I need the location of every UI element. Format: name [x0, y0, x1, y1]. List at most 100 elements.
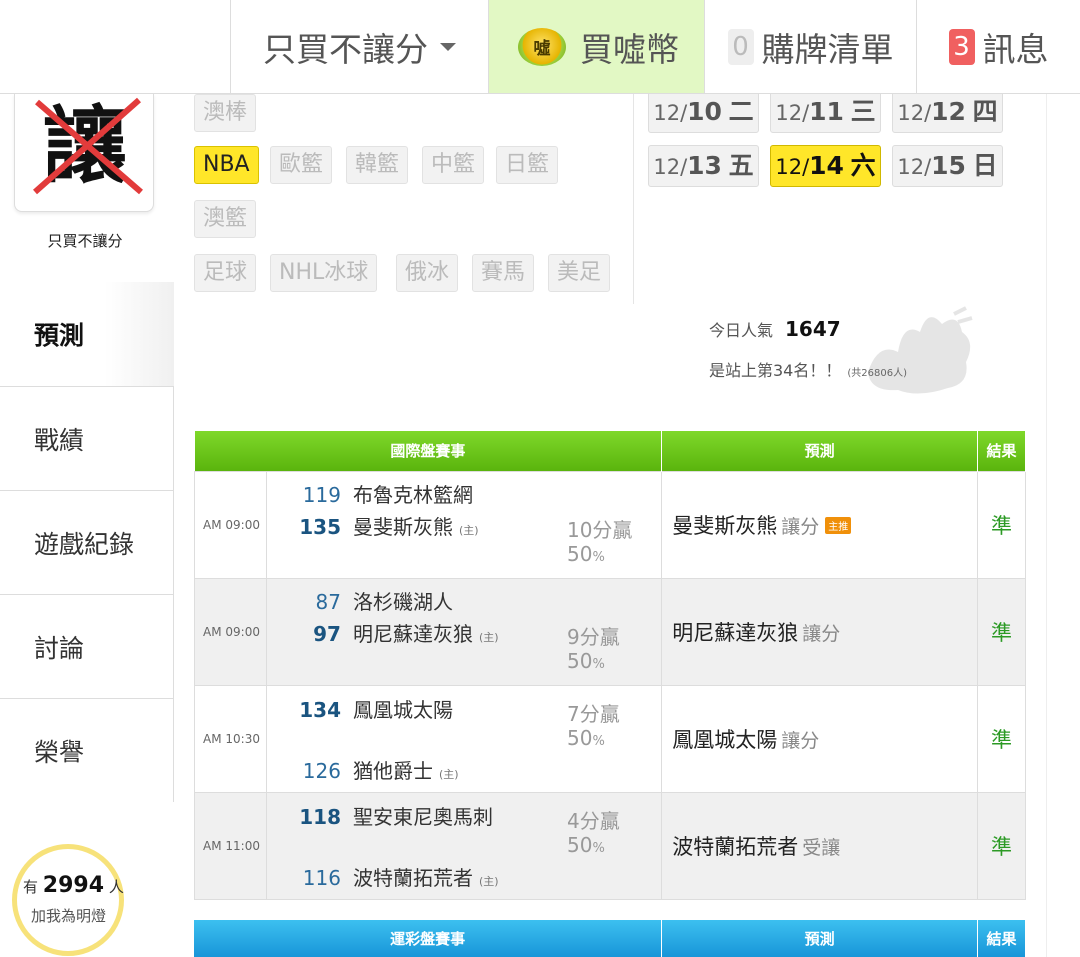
- margin-text: 9分贏: [566, 624, 620, 649]
- prediction-team: 曼斐斯灰熊: [672, 513, 778, 538]
- date-month: 12/: [653, 101, 688, 125]
- home-mark: (主): [478, 874, 499, 888]
- messages-label: 訊息: [982, 29, 1049, 69]
- table-row[interactable]: AM 09:00 119 布魯克林籃網 135 曼斐斯灰熊 (主) 10分贏 50% …: [194, 470, 1026, 579]
- date-day: 15: [931, 151, 966, 180]
- date-chip-1213[interactable]: 12/13 五: [648, 145, 759, 187]
- table-row[interactable]: AM 11:00 118 聖安東尼奧馬刺 116 波特蘭拓荒者 (主) 4分贏 50%…: [194, 791, 1026, 900]
- lottery-games-table: 運彩盤賽事 預測 結果: [194, 920, 1026, 957]
- sidebar-item-record[interactable]: 戰績: [0, 386, 174, 490]
- sidebar-item-game-log[interactable]: 遊戲紀錄: [0, 490, 174, 594]
- buy-coins-button[interactable]: 噓 買噓幣: [488, 0, 704, 93]
- buy-coins-label: 買噓幣: [580, 29, 679, 69]
- date-month: 12/: [653, 155, 688, 179]
- date-chip-1215[interactable]: 12/15 日: [892, 145, 1003, 187]
- sport-chip-nhl[interactable]: NHL冰球: [270, 254, 378, 292]
- top-bar: 只買不讓分 噓 買噓幣 0 購牌清單 3 訊息: [0, 0, 1080, 94]
- date-day: 11: [809, 97, 844, 126]
- win-margin: 4分贏 50%: [567, 809, 620, 861]
- matchup: 87 洛杉磯湖人 97 明尼蘇達灰狼 (主) 9分贏 50%: [265, 577, 663, 686]
- sport-chip-korea-basketball[interactable]: 韓籃: [346, 146, 409, 184]
- profile-sidebar: 讓 只買不讓分 預測 戰績 遊戲紀錄 討論 榮譽 有 2994 人 加我為明燈: [0, 94, 174, 957]
- table-row[interactable]: AM 10:30 134 鳳凰城太陽 126 猶他爵士 (主) 7分贏 50% 鳳凰城…: [194, 684, 1026, 793]
- content-divider: [1046, 94, 1047, 957]
- coin-icon: 噓: [514, 24, 570, 70]
- date-chip-1211[interactable]: 12/11 三: [770, 91, 881, 133]
- date-weekday: 日: [972, 151, 998, 180]
- sport-filter: 澳棒 NBA 歐籃 韓籃 中籃 日籃 澳籃 足球 NHL冰球 俄冰 賽馬 美足: [194, 94, 634, 304]
- prediction: 波特蘭拓荒者 受讓: [661, 791, 979, 900]
- margin-text: 10分贏: [566, 517, 633, 542]
- away-score: 119: [302, 482, 341, 507]
- cart-button[interactable]: 0 購牌清單: [704, 0, 916, 93]
- messages-button[interactable]: 3 訊息: [916, 0, 1080, 93]
- game-time: AM 09:00: [194, 577, 267, 686]
- date-month: 12/: [775, 155, 810, 179]
- header-prediction: 預測: [661, 920, 978, 957]
- game-time: AM 10:30: [194, 684, 267, 793]
- away-team: 87 洛杉磯湖人: [267, 587, 453, 617]
- bet-filter-dropdown[interactable]: 只買不讓分: [230, 0, 488, 93]
- sport-chip-euro-basketball[interactable]: 歐籃: [270, 146, 333, 184]
- margin-pct: 50: [566, 541, 593, 566]
- home-team: 116 波特蘭拓荒者 (主): [267, 863, 499, 893]
- sport-chip-nba[interactable]: NBA: [194, 146, 259, 184]
- home-name: 猶他爵士: [352, 758, 433, 783]
- margin-pct-unit: %: [592, 733, 605, 749]
- away-score: 87: [315, 589, 341, 614]
- profile-avatar[interactable]: 讓: [14, 94, 154, 212]
- date-chip-1210[interactable]: 12/10 二: [648, 91, 759, 133]
- header-result: 結果: [977, 431, 1026, 471]
- home-team: 135 曼斐斯灰熊 (主): [267, 512, 478, 542]
- date-day: 14: [809, 151, 844, 180]
- international-games-table: 國際盤賽事 預測 結果 AM 09:00 119 布魯克林籃網 135 曼斐斯灰熊 (…: [194, 431, 1026, 900]
- sport-chip-aus-baseball[interactable]: 澳棒: [194, 94, 257, 132]
- win-margin: 7分贏 50%: [567, 702, 620, 754]
- popularity-line: 今日人氣 1647: [709, 317, 1009, 341]
- date-chip-1214[interactable]: 12/14 六: [770, 145, 881, 187]
- away-name: 鳳凰城太陽: [352, 697, 453, 722]
- sidebar-item-honors[interactable]: 榮譽: [0, 698, 174, 802]
- sport-chip-japan-basketball[interactable]: 日籃: [496, 146, 559, 184]
- sport-chip-russia-hockey[interactable]: 俄冰: [396, 254, 459, 292]
- fans-count: 2994: [42, 873, 105, 898]
- win-margin: 9分贏 50%: [567, 625, 620, 677]
- sport-chip-soccer[interactable]: 足球: [194, 254, 257, 292]
- profile-name: 只買不讓分: [47, 232, 123, 250]
- matchup: 134 鳳凰城太陽 126 猶他爵士 (主) 7分贏 50%: [265, 684, 663, 793]
- table-header: 運彩盤賽事 預測 結果: [194, 920, 1026, 957]
- bet-filter-label: 只買不讓分: [263, 29, 428, 69]
- home-score: 135: [299, 514, 341, 539]
- sport-chip-horse-racing[interactable]: 賽馬: [472, 254, 535, 292]
- fans-count-line: 有 2994 人: [23, 873, 133, 898]
- home-name: 明尼蘇達灰狼: [352, 621, 473, 646]
- home-mark: (主): [478, 630, 499, 644]
- sidebar-nav: 預測 戰績 遊戲紀錄 討論 榮譽: [0, 282, 174, 802]
- sidebar-item-discussion[interactable]: 討論: [0, 594, 174, 698]
- prediction: 明尼蘇達灰狼 讓分: [661, 577, 979, 686]
- prediction-team: 波特蘭拓荒者: [672, 834, 799, 859]
- date-day: 13: [687, 151, 722, 180]
- home-score: 97: [313, 621, 341, 646]
- sport-chip-aus-basketball[interactable]: 澳籃: [194, 200, 257, 238]
- away-team: 134 鳳凰城太陽: [267, 695, 453, 725]
- margin-pct-unit: %: [592, 840, 605, 856]
- prediction: 鳳凰城太陽 讓分: [661, 684, 979, 793]
- popularity-value: 1647: [785, 317, 841, 341]
- header-prediction: 預測: [661, 431, 979, 471]
- fans-suffix: 人: [108, 878, 124, 896]
- home-team: 97 明尼蘇達灰狼 (主): [267, 619, 499, 649]
- top-pick-badge: 主推: [825, 516, 852, 534]
- date-chip-1212[interactable]: 12/12 四: [892, 91, 1003, 133]
- follow-lamp-button[interactable]: 有 2994 人 加我為明燈: [12, 844, 124, 956]
- prediction-type: 受讓: [802, 836, 841, 859]
- sidebar-item-predictions[interactable]: 預測: [0, 282, 174, 386]
- home-name: 曼斐斯灰熊: [352, 514, 453, 539]
- win-margin: 10分贏 50%: [567, 518, 632, 570]
- sport-chip-us-football[interactable]: 美足: [548, 254, 611, 292]
- prediction-type: 讓分: [781, 729, 820, 752]
- table-row[interactable]: AM 09:00 87 洛杉磯湖人 97 明尼蘇達灰狼 (主) 9分贏 50% 明尼蘇…: [194, 577, 1026, 686]
- sport-chip-china-basketball[interactable]: 中籃: [422, 146, 485, 184]
- matchup: 118 聖安東尼奧馬刺 116 波特蘭拓荒者 (主) 4分贏 50%: [265, 791, 663, 900]
- date-weekday: 四: [972, 97, 998, 126]
